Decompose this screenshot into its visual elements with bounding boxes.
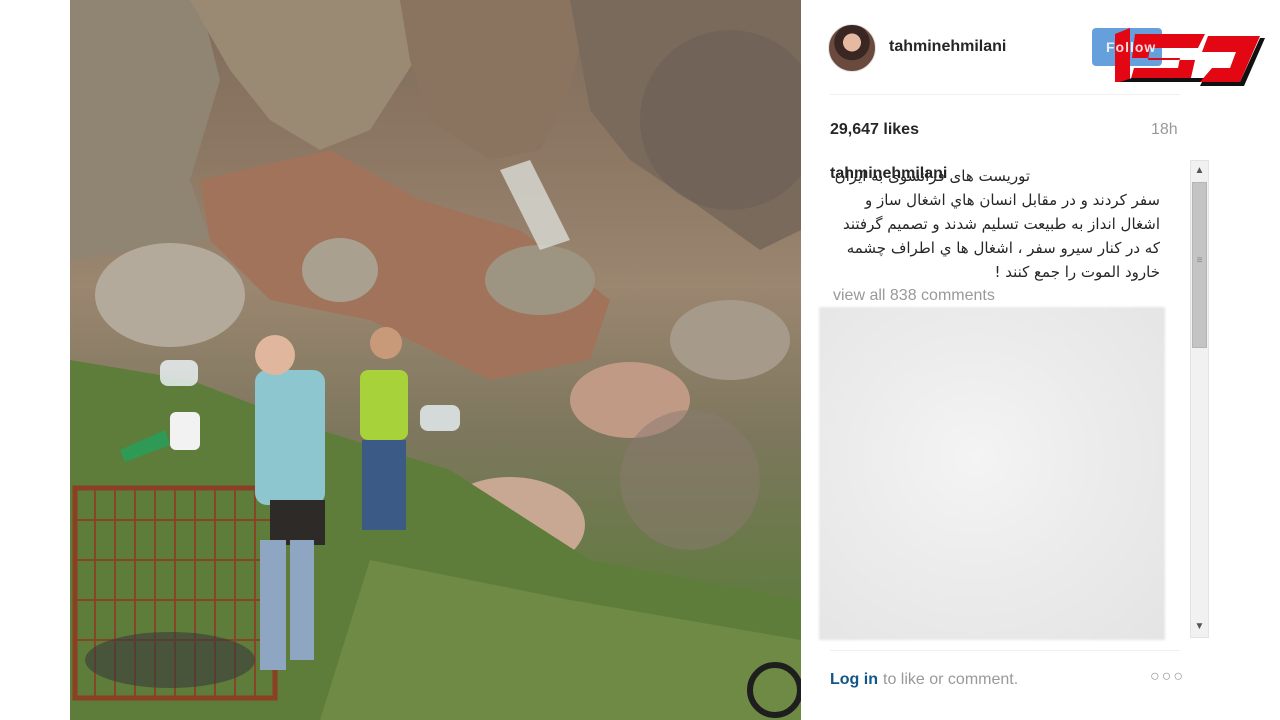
user-avatar[interactable]: [828, 24, 876, 72]
scroll-grip-icon: ≡: [1196, 255, 1203, 266]
logo-follow-text: Follow: [1106, 39, 1157, 55]
view-all-comments-link[interactable]: view all 838 comments: [833, 287, 995, 305]
brand-logo: [1092, 28, 1265, 86]
login-link[interactable]: Log in: [830, 671, 878, 689]
likes-count[interactable]: 29,647 likes: [830, 121, 919, 139]
scroll-up-icon[interactable]: ▲: [1190, 162, 1209, 180]
header-divider: [830, 94, 1180, 95]
scroll-down-icon[interactable]: ▼: [1190, 618, 1209, 636]
footer-divider: [830, 650, 1180, 651]
caption-text: توریست های فرانسوی به ایران سفر کردند و …: [834, 167, 1160, 281]
more-options-icon[interactable]: ○○○: [1150, 668, 1185, 686]
post-photo[interactable]: [70, 0, 801, 720]
post-time[interactable]: 18h: [1151, 121, 1178, 139]
blurred-comments-area: [819, 307, 1165, 640]
username-link[interactable]: tahminehmilani: [889, 38, 1006, 56]
photo-scene: [70, 0, 801, 720]
login-prompt-text: to like or comment.: [883, 671, 1019, 688]
